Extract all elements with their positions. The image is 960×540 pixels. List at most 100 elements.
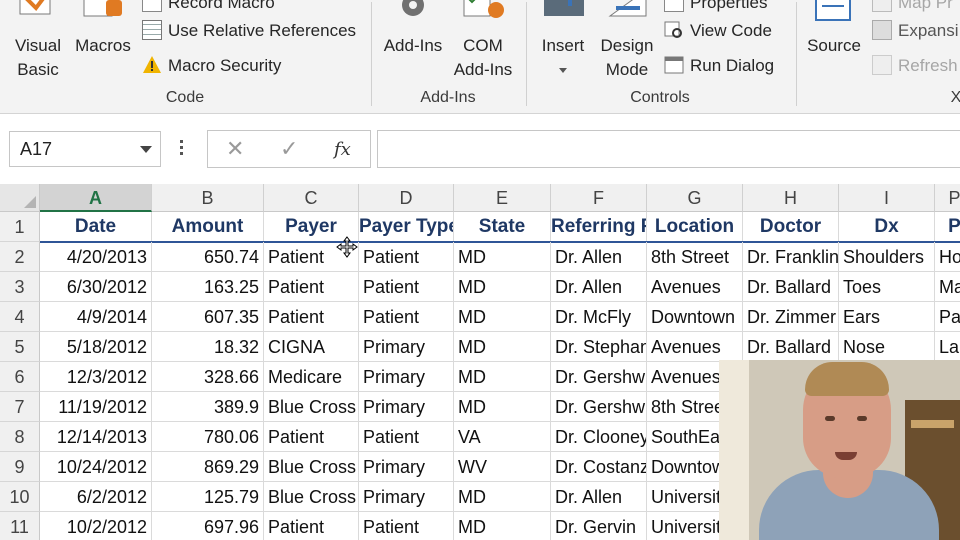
table-cell[interactable]: 163.25 [152, 272, 264, 302]
use-relative-references-button[interactable]: Use Relative References [142, 20, 356, 42]
row-header[interactable]: 3 [0, 272, 40, 302]
table-cell[interactable]: Blue Cross [264, 482, 359, 512]
table-cell[interactable]: 697.96 [152, 512, 264, 540]
row-header[interactable]: 2 [0, 242, 40, 272]
header-cell[interactable]: Date [40, 212, 152, 242]
table-cell[interactable]: 4/9/2014 [40, 302, 152, 332]
table-cell[interactable]: La [935, 332, 960, 362]
macros-button[interactable]: Macros [72, 0, 134, 66]
formula-input[interactable] [377, 130, 960, 168]
column-header-f[interactable]: F [551, 184, 647, 212]
insert-function-icon[interactable]: fx [334, 139, 351, 160]
header-cell[interactable]: P [935, 212, 960, 242]
header-cell[interactable]: Doctor [743, 212, 839, 242]
row-header[interactable]: 4 [0, 302, 40, 332]
table-cell[interactable]: Shoulders [839, 242, 935, 272]
table-cell[interactable]: MD [454, 482, 551, 512]
table-cell[interactable]: 12/3/2012 [40, 362, 152, 392]
enter-icon[interactable]: ✓ [280, 136, 298, 162]
view-code-button[interactable]: View Code [664, 20, 772, 42]
run-dialog-button[interactable]: Run Dialog [664, 55, 774, 77]
table-cell[interactable]: Dr. Zimmer [743, 302, 839, 332]
table-cell[interactable]: Blue Cross [264, 392, 359, 422]
table-cell[interactable]: Avenues [647, 332, 743, 362]
table-cell[interactable]: Nose [839, 332, 935, 362]
add-ins-button[interactable]: Add-Ins [380, 0, 446, 66]
column-header-a[interactable]: A [40, 184, 152, 212]
table-cell[interactable]: Downtown [647, 302, 743, 332]
table-cell[interactable]: Dr. Ballard [743, 272, 839, 302]
table-cell[interactable]: 6/2/2012 [40, 482, 152, 512]
table-cell[interactable]: VA [454, 422, 551, 452]
table-cell[interactable]: MD [454, 242, 551, 272]
table-cell[interactable]: Primary [359, 452, 454, 482]
table-cell[interactable]: Patient [359, 302, 454, 332]
header-cell[interactable]: Amount [152, 212, 264, 242]
table-cell[interactable]: MD [454, 332, 551, 362]
table-cell[interactable]: Patient [359, 272, 454, 302]
table-cell[interactable]: Primary [359, 392, 454, 422]
table-cell[interactable]: 125.79 [152, 482, 264, 512]
table-cell[interactable]: Dr. McFly [551, 302, 647, 332]
table-cell[interactable]: Ma [935, 272, 960, 302]
table-cell[interactable]: Dr. Allen [551, 242, 647, 272]
table-cell[interactable]: Avenues [647, 272, 743, 302]
table-cell[interactable]: MD [454, 302, 551, 332]
table-cell[interactable]: Patient [359, 422, 454, 452]
table-cell[interactable]: 780.06 [152, 422, 264, 452]
table-cell[interactable]: 12/14/2013 [40, 422, 152, 452]
table-cell[interactable]: Dr. Allen [551, 482, 647, 512]
insert-control-button[interactable]: Insert [536, 0, 590, 86]
column-header-i[interactable]: I [839, 184, 935, 212]
record-macro-button[interactable]: Record Macro [142, 0, 275, 14]
table-cell[interactable]: 10/24/2012 [40, 452, 152, 482]
column-header-d[interactable]: D [359, 184, 454, 212]
table-cell[interactable]: 328.66 [152, 362, 264, 392]
row-header[interactable]: 5 [0, 332, 40, 362]
table-cell[interactable]: WV [454, 452, 551, 482]
table-cell[interactable]: MD [454, 362, 551, 392]
table-cell[interactable]: Ears [839, 302, 935, 332]
table-cell[interactable]: 10/2/2012 [40, 512, 152, 540]
table-cell[interactable]: Pa [935, 302, 960, 332]
table-cell[interactable]: Dr. Costanza [551, 452, 647, 482]
row-header[interactable]: 9 [0, 452, 40, 482]
table-cell[interactable]: Patient [264, 272, 359, 302]
refresh-data-button[interactable]: Refresh [872, 55, 958, 77]
table-cell[interactable]: Patient [264, 302, 359, 332]
table-cell[interactable]: Ho [935, 242, 960, 272]
expansion-packs-button[interactable]: Expansi [872, 20, 958, 42]
design-mode-button[interactable]: Design Mode [596, 0, 658, 86]
select-all-button[interactable] [0, 184, 40, 212]
table-cell[interactable]: Dr. Ballard [743, 332, 839, 362]
column-header-h[interactable]: H [743, 184, 839, 212]
header-cell[interactable]: Dx [839, 212, 935, 242]
com-add-ins-button[interactable]: COM Add-Ins [450, 0, 516, 86]
table-cell[interactable]: 607.35 [152, 302, 264, 332]
table-cell[interactable]: Medicare [264, 362, 359, 392]
table-cell[interactable]: 650.74 [152, 242, 264, 272]
row-header[interactable]: 7 [0, 392, 40, 422]
table-cell[interactable]: Dr. Stephan [551, 332, 647, 362]
table-cell[interactable]: 869.29 [152, 452, 264, 482]
chevron-down-icon[interactable] [140, 146, 152, 153]
table-cell[interactable]: Toes [839, 272, 935, 302]
table-cell[interactable]: Primary [359, 482, 454, 512]
table-cell[interactable]: Dr. Gervin [551, 512, 647, 540]
table-cell[interactable]: Primary [359, 362, 454, 392]
table-cell[interactable]: Blue Cross [264, 452, 359, 482]
row-header[interactable]: 8 [0, 422, 40, 452]
table-cell[interactable]: Primary [359, 332, 454, 362]
header-cell[interactable]: Payer Type [359, 212, 454, 242]
table-cell[interactable]: Patient [359, 242, 454, 272]
row-header[interactable]: 10 [0, 482, 40, 512]
table-cell[interactable]: Dr. Franklin [743, 242, 839, 272]
table-cell[interactable]: Dr. Gershwin [551, 362, 647, 392]
header-cell[interactable]: State [454, 212, 551, 242]
table-cell[interactable]: Patient [264, 512, 359, 540]
visual-basic-button[interactable]: Visual Basic [10, 0, 66, 86]
table-cell[interactable]: 389.9 [152, 392, 264, 422]
cancel-icon[interactable]: ✕ [226, 136, 244, 162]
table-cell[interactable]: Patient [359, 512, 454, 540]
header-cell[interactable]: Location [647, 212, 743, 242]
